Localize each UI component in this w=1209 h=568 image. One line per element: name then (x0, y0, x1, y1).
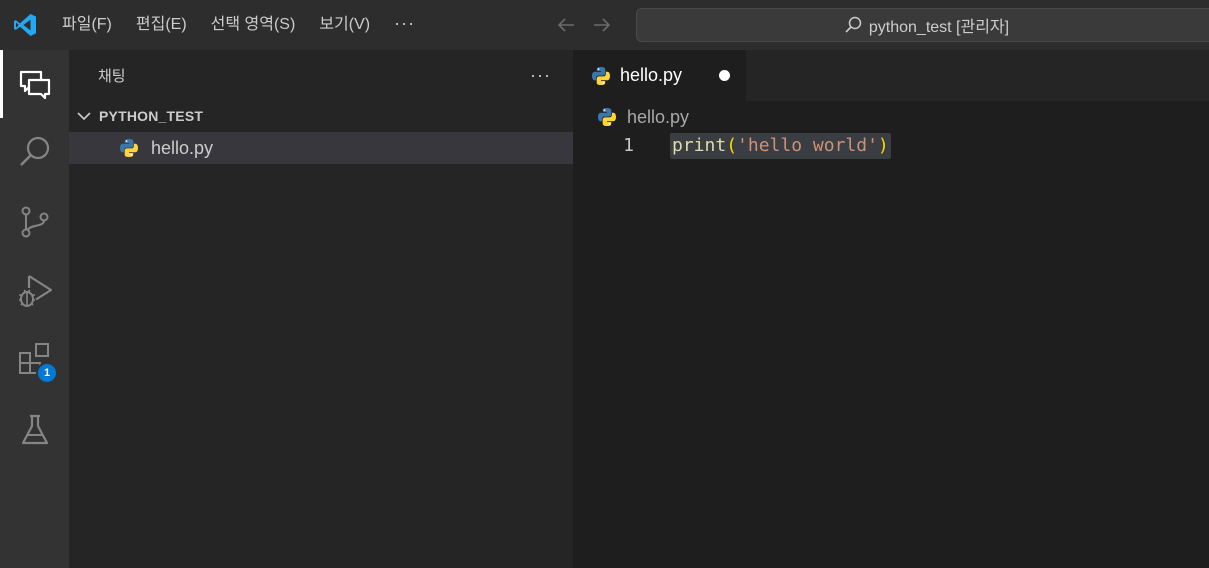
chevron-down-icon (75, 107, 93, 125)
extensions-badge: 1 (36, 362, 58, 384)
unsaved-dot-icon[interactable] (719, 70, 730, 81)
code-token-paren-close: ) (877, 135, 889, 156)
extensions-icon[interactable]: 1 (0, 326, 69, 394)
line-number: 1 (623, 135, 634, 156)
tab-label: hello.py (620, 65, 683, 85)
menu-selection[interactable]: 선택 영역(S) (199, 0, 308, 50)
folder-name: PYTHON_TEST (99, 108, 204, 124)
sidebar-more-button[interactable]: ··· (530, 65, 551, 86)
forward-arrow-icon[interactable] (589, 12, 615, 38)
testing-flask-icon[interactable] (0, 396, 69, 464)
file-name: hello.py (151, 137, 214, 158)
menu-file[interactable]: 파일(F) (50, 0, 124, 50)
search-icon[interactable] (0, 118, 69, 186)
menu-edit[interactable]: 편집(E) (124, 0, 199, 50)
code-line[interactable]: 1 print('hello world') (573, 133, 1209, 161)
activity-bar: 1 (0, 50, 69, 568)
navigation-arrows (553, 0, 615, 50)
breadcrumb: hello.py (573, 101, 1209, 133)
code-token-function: print (672, 135, 727, 156)
code-token-string: 'hello world' (737, 135, 878, 156)
breadcrumb-file[interactable]: hello.py (627, 107, 689, 128)
code-token-paren-open: ( (726, 135, 738, 156)
code-text[interactable]: print('hello world') (670, 133, 891, 159)
python-file-icon (592, 66, 610, 85)
python-file-icon (120, 139, 138, 157)
source-control-icon[interactable] (0, 188, 69, 256)
python-file-icon (598, 108, 616, 126)
title-bar: 파일(F) 편집(E) 선택 영역(S) 보기(V) ··· python_te… (0, 0, 1209, 50)
sidebar-title: 채팅 (98, 67, 126, 85)
chat-icon[interactable] (0, 50, 69, 118)
command-center-label: python_test [관리자] (868, 19, 1010, 36)
menu-bar: 파일(F) 편집(E) 선택 영역(S) 보기(V) ··· (50, 0, 427, 50)
back-arrow-icon[interactable] (553, 12, 579, 38)
editor-area: hello.py hello.py 1 print('hello world') (573, 50, 1209, 568)
vscode-logo-icon (0, 0, 50, 50)
sidebar: 채팅 ··· PYTHON_TEST hello.py (69, 50, 573, 568)
editor-tabs: hello.py (573, 50, 1209, 101)
folder-python-test[interactable]: PYTHON_TEST (69, 100, 573, 132)
search-icon (845, 16, 862, 33)
menu-more-button[interactable]: ··· (382, 0, 427, 50)
command-center-search[interactable]: python_test [관리자] (636, 8, 1209, 42)
file-item-hello-py[interactable]: hello.py (69, 132, 573, 164)
tab-hello-py[interactable]: hello.py (573, 50, 746, 101)
sidebar-header: 채팅 ··· (69, 50, 573, 100)
run-debug-icon[interactable] (0, 256, 69, 324)
menu-view[interactable]: 보기(V) (307, 0, 382, 50)
